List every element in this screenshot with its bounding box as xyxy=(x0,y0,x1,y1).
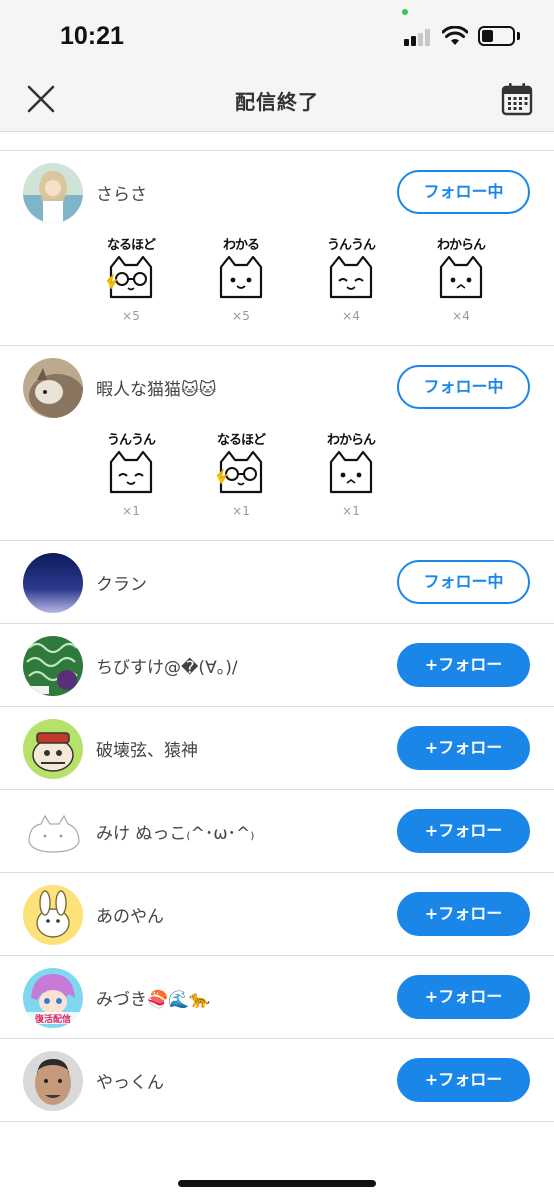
viewer-name: 暇人な猫猫🐱🐱 xyxy=(96,380,217,400)
avatar[interactable] xyxy=(23,358,83,418)
avatar[interactable] xyxy=(23,1051,83,1111)
stamp-reactions: うんうん ×1 なるほど ×1 わからん ×1 xyxy=(0,428,554,540)
stamp-item: なるほど ×5 xyxy=(92,237,170,337)
avatar[interactable] xyxy=(23,885,83,945)
battery-tip xyxy=(517,32,520,40)
home-indicator[interactable] xyxy=(178,1180,376,1187)
stamp-count: ×1 xyxy=(232,504,250,518)
stamp-count: ×1 xyxy=(342,504,360,518)
stamp-item: わからん ×4 xyxy=(422,237,500,337)
viewer-name: 破壊弦、猿神 xyxy=(96,741,198,761)
stamp-reactions: なるほど ×5 わかる ×5 うんうん ×4 わからん ×4 xyxy=(0,233,554,345)
stamp-label: うんうん xyxy=(106,433,156,448)
follow-button[interactable]: +フォロー xyxy=(397,892,530,936)
status-time: 10:21 xyxy=(60,22,124,50)
viewer-name: クラン xyxy=(96,575,147,595)
stamp-item: わかる ×5 xyxy=(202,237,280,337)
viewer-name: やっくん xyxy=(96,1073,164,1093)
stamp-count: ×4 xyxy=(342,309,360,323)
following-button[interactable]: フォロー中 xyxy=(397,170,530,214)
avatar[interactable]: 復活配信 xyxy=(23,968,83,1028)
follow-button[interactable]: +フォロー xyxy=(397,726,530,770)
page-title: 配信終了 xyxy=(235,90,319,114)
viewer-name: さらさ xyxy=(96,185,147,205)
stamp-count: ×1 xyxy=(122,504,140,518)
stamp-label: わからん xyxy=(436,238,486,253)
calendar-icon[interactable] xyxy=(501,82,533,116)
avatar[interactable] xyxy=(23,163,83,223)
viewer-list: さらさ フォロー中 なるほど ×5 わかる ×5 うんうん ×4 わからん ×4… xyxy=(0,150,554,1122)
cat-icon xyxy=(329,450,373,494)
avatar[interactable] xyxy=(23,802,83,862)
stamp-count: ×4 xyxy=(452,309,470,323)
cellular-signal-icon xyxy=(404,29,434,46)
viewer-row: あのやん +フォロー xyxy=(0,873,554,956)
cat-glasses-icon xyxy=(106,255,153,299)
stamp-item: うんうん ×1 xyxy=(92,432,170,532)
cat-icon xyxy=(439,255,483,299)
cat-glasses-icon xyxy=(216,450,263,494)
viewer-row: 破壊弦、猿神 +フォロー xyxy=(0,707,554,790)
stamp-item: わからん ×1 xyxy=(312,432,390,532)
viewer-row: さらさ フォロー中 なるほど ×5 わかる ×5 うんうん ×4 わからん ×4 xyxy=(0,151,554,346)
follow-button[interactable]: +フォロー xyxy=(397,809,530,853)
privacy-indicator-dot xyxy=(402,9,408,15)
stamp-count: ×5 xyxy=(122,309,140,323)
viewer-row: クラン フォロー中 xyxy=(0,541,554,624)
stamp-label: なるほど xyxy=(216,433,266,448)
viewer-name: みけ ぬっこ₍^･ω･^₎ xyxy=(96,824,255,844)
stamp-label: うんうん xyxy=(326,238,376,253)
cat-icon xyxy=(109,450,153,494)
viewer-row: 復活配信 みづき🍣🌊🐆 +フォロー xyxy=(0,956,554,1039)
viewer-row: やっくん +フォロー xyxy=(0,1039,554,1122)
follow-button[interactable]: +フォロー xyxy=(397,975,530,1019)
following-button[interactable]: フォロー中 xyxy=(397,560,530,604)
stamp-count: ×5 xyxy=(232,309,250,323)
status-bar: 10:21 xyxy=(0,0,554,70)
follow-button[interactable]: +フォロー xyxy=(397,1058,530,1102)
nav-header: 配信終了 xyxy=(0,70,554,132)
cat-icon xyxy=(329,255,373,299)
viewer-row: 暇人な猫猫🐱🐱 フォロー中 うんうん ×1 なるほど ×1 わからん ×1 xyxy=(0,346,554,541)
battery-icon xyxy=(478,26,515,46)
wifi-icon xyxy=(442,26,468,45)
cat-icon xyxy=(219,255,263,299)
stamp-label: わかる xyxy=(222,238,260,253)
viewer-name: あのやん xyxy=(96,907,164,927)
viewer-name: ちびすけ@�(∀。)/ xyxy=(96,658,238,678)
viewer-name: みづき🍣🌊🐆 xyxy=(96,990,211,1010)
stamp-item: うんうん ×4 xyxy=(312,237,390,337)
following-button[interactable]: フォロー中 xyxy=(397,365,530,409)
avatar[interactable] xyxy=(23,636,83,696)
stamp-label: わからん xyxy=(326,433,376,448)
avatar-badge-text: 復活配信 xyxy=(34,1013,71,1025)
avatar[interactable] xyxy=(23,719,83,779)
viewer-row: みけ ぬっこ₍^･ω･^₎ +フォロー xyxy=(0,790,554,873)
stamp-label: なるほど xyxy=(106,238,156,253)
avatar[interactable] xyxy=(23,553,83,613)
viewer-row: ちびすけ@�(∀。)/ +フォロー xyxy=(0,624,554,707)
stamp-item: なるほど ×1 xyxy=(202,432,280,532)
follow-button[interactable]: +フォロー xyxy=(397,643,530,687)
